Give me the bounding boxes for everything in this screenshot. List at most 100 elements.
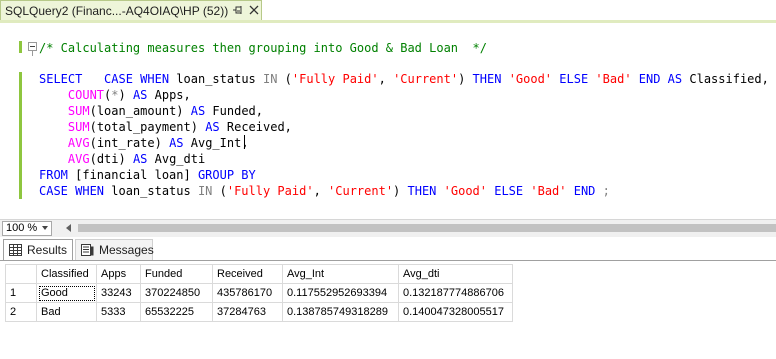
column-header[interactable]: Apps: [96, 264, 141, 284]
query-editor[interactable]: /* Calculating measures then grouping in…: [0, 23, 776, 219]
table-row[interactable]: 1 Good 33243 370224850 435786170 0.11755…: [5, 283, 513, 303]
code-token: GROUP BY: [197, 168, 256, 182]
results-grid[interactable]: Classified Apps Funded Received Avg_Int …: [5, 264, 513, 322]
code-token: IN: [197, 184, 213, 198]
code-token: 'Fully Paid': [291, 72, 379, 86]
code-token: ): [458, 72, 473, 86]
code-token: AS: [190, 104, 206, 118]
code-token: ): [118, 88, 133, 102]
code-token: Avg_Int,: [183, 136, 249, 150]
code-line[interactable]: CASE WHEN loan_status IN ('Fully Paid', …: [39, 183, 610, 199]
code-token: THEN: [472, 72, 502, 86]
chevron-down-icon[interactable]: [42, 226, 48, 230]
column-header[interactable]: Classified: [36, 264, 97, 284]
column-header[interactable]: Funded: [140, 264, 213, 284]
change-marker: [19, 41, 22, 53]
code-token: AS: [169, 136, 184, 150]
code-line[interactable]: SELECT CASE WHEN loan_status IN ('Fully …: [39, 71, 769, 87]
code-line[interactable]: AVG(int_rate) AS Avg_Int,: [39, 135, 249, 151]
code-token: COUNT: [67, 88, 105, 102]
code-token: 'Good': [443, 184, 487, 198]
code-token: (: [277, 72, 292, 86]
change-marker: [19, 72, 22, 199]
code-token: Classified,: [682, 72, 769, 86]
grid-cell[interactable]: 5333: [96, 302, 141, 322]
code-token: ,: [313, 184, 329, 198]
text-caret: [244, 135, 245, 149]
code-line[interactable]: COUNT(*) AS Apps,: [39, 87, 191, 103]
grid-cell[interactable]: 0.140047328005517: [398, 302, 513, 322]
grid-cell[interactable]: 370224850: [140, 283, 213, 303]
code-token: AVG: [67, 136, 90, 150]
code-token: Avg_dti: [147, 152, 206, 166]
editor-status-row: 100 %: [0, 219, 776, 237]
column-header[interactable]: Received: [212, 264, 283, 284]
scrollbar-thumb[interactable]: [78, 224, 776, 232]
code-token: AS: [205, 120, 220, 134]
messages-icon: [81, 244, 94, 256]
grid-cell[interactable]: 435786170: [212, 283, 283, 303]
row-number[interactable]: 1: [5, 283, 37, 303]
grid-header-row: Classified Apps Funded Received Avg_Int …: [5, 264, 513, 284]
code-token: CASE WHEN: [39, 184, 105, 198]
grid-cell[interactable]: 0.132187774886706: [398, 283, 513, 303]
code-token: THEN: [407, 184, 437, 198]
tab-results[interactable]: Results: [3, 239, 73, 261]
grid-cell[interactable]: Good: [36, 283, 97, 303]
results-tab-strip: Results Messages: [0, 237, 776, 261]
code-token: 'Bad': [530, 184, 567, 198]
code-token: 'Current': [393, 72, 459, 86]
code-token: END AS: [638, 72, 683, 86]
code-line[interactable]: SUM(loan_amount) AS Funded,: [39, 103, 263, 119]
code-line[interactable]: AVG(dti) AS Avg_dti: [39, 151, 205, 167]
tab-messages[interactable]: Messages: [75, 239, 154, 261]
row-number-header[interactable]: [5, 264, 37, 284]
pin-icon[interactable]: [231, 3, 245, 17]
code-token: ;: [602, 184, 610, 198]
code-token: AS: [132, 88, 148, 102]
row-number[interactable]: 2: [5, 302, 37, 322]
tab-messages-label: Messages: [99, 243, 154, 257]
code-line[interactable]: SUM(total_payment) AS Received,: [39, 119, 292, 135]
code-token: /* Calculating measures then grouping in…: [39, 41, 487, 55]
grid-cell[interactable]: 0.117552952693394: [282, 283, 399, 303]
collapse-icon[interactable]: [28, 42, 37, 51]
code-token: (dti): [89, 152, 133, 166]
column-header[interactable]: Avg_dti: [398, 264, 513, 284]
grid-cell[interactable]: 0.138785749318289: [282, 302, 399, 322]
fold-line: [32, 51, 33, 56]
code-token: 'Bad': [595, 72, 632, 86]
code-token: 'Current': [328, 184, 394, 198]
zoom-value: 100 %: [6, 222, 38, 234]
grid-cell[interactable]: 33243: [96, 283, 141, 303]
code-token: SUM: [67, 104, 90, 118]
code-token: loan_status: [169, 72, 263, 86]
column-header[interactable]: Avg_Int: [282, 264, 399, 284]
document-tab-title: SQLQuery2 (Financ...-AQ4OIAQ\HP (52)): [5, 4, 229, 18]
code-line[interactable]: /* Calculating measures then grouping in…: [39, 40, 487, 56]
code-token: ELSE: [494, 184, 524, 198]
table-row[interactable]: 2 Bad 5333 65532225 37284763 0.138785749…: [5, 302, 513, 322]
grid-cell[interactable]: 65532225: [140, 302, 213, 322]
code-token: AVG: [67, 152, 90, 166]
scroll-left-icon[interactable]: [66, 224, 71, 232]
code-token: ): [393, 184, 408, 198]
document-tab[interactable]: SQLQuery2 (Financ...-AQ4OIAQ\HP (52)): [0, 0, 262, 21]
code-token: ,: [378, 72, 394, 86]
code-token: 'Good': [508, 72, 553, 86]
code-token: [financial loan]: [67, 168, 198, 182]
close-icon[interactable]: [249, 5, 259, 15]
code-line[interactable]: FROM [financial loan] GROUP BY: [39, 167, 256, 183]
code-token: (int_rate): [89, 136, 170, 150]
code-token: *: [111, 88, 119, 102]
code-token: IN: [263, 72, 278, 86]
grid-cell[interactable]: Bad: [36, 302, 97, 322]
grid-cell[interactable]: 37284763: [212, 302, 283, 322]
